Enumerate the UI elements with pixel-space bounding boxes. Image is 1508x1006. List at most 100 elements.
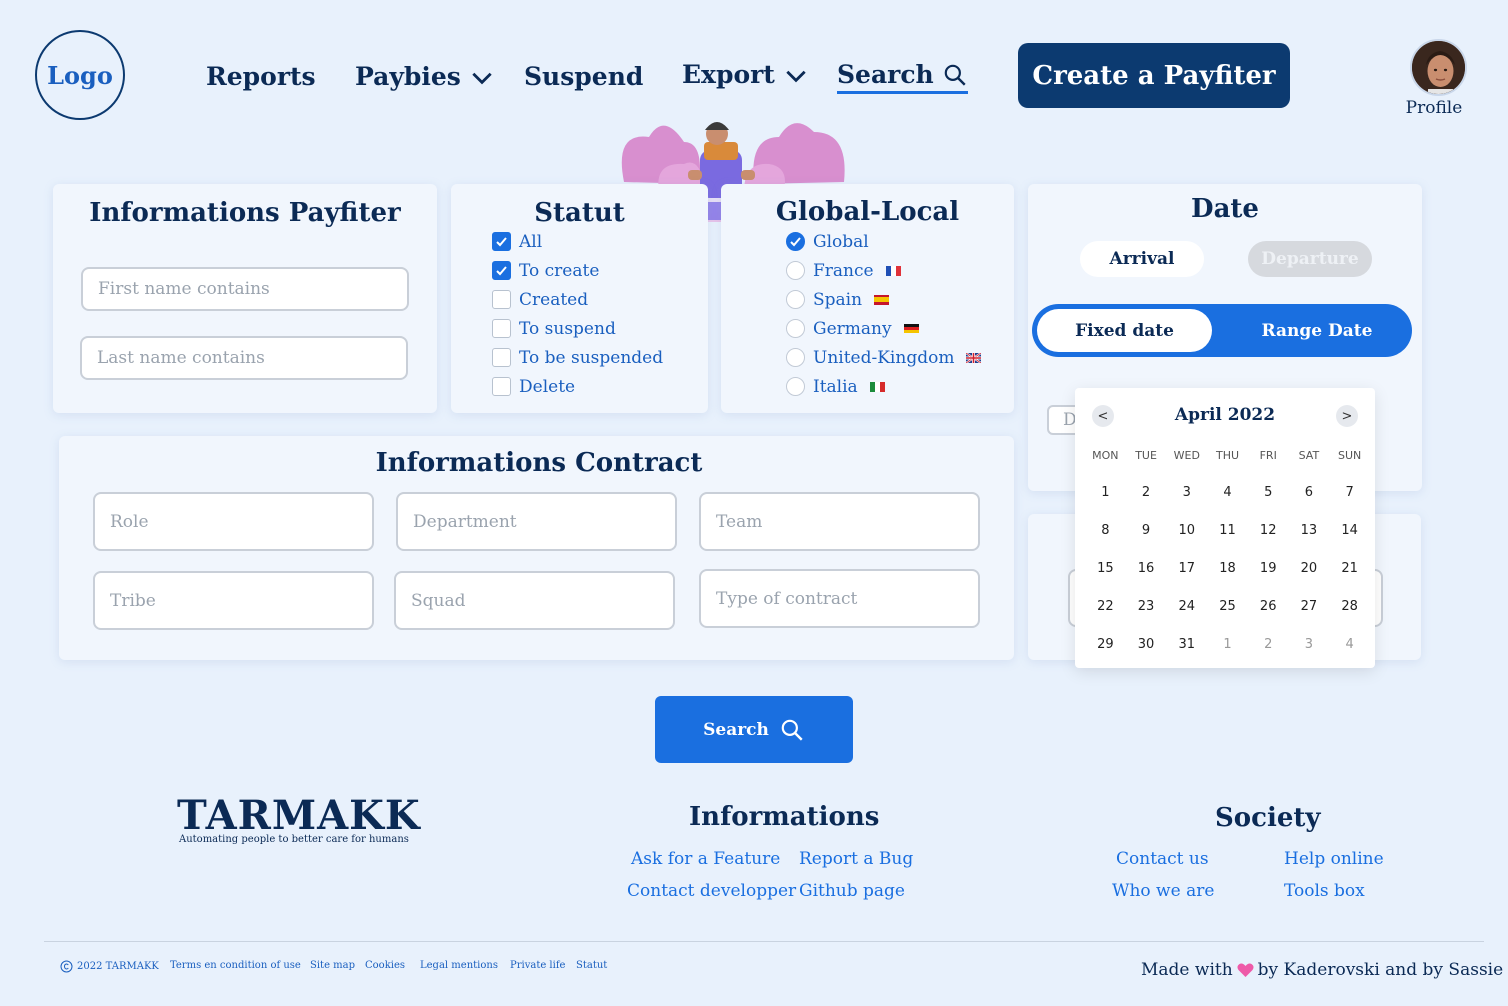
legal-mentions-link[interactable]: Legal mentions bbox=[420, 960, 498, 971]
region-option-spain[interactable]: Spain bbox=[786, 285, 981, 314]
report-bug-link[interactable]: Report a Bug bbox=[799, 849, 913, 869]
calendar-day[interactable]: 3 bbox=[1166, 482, 1207, 520]
calendar-day[interactable]: 13 bbox=[1289, 520, 1330, 558]
calendar-day[interactable]: 4 bbox=[1207, 482, 1248, 520]
type-of-contract-input[interactable]: Type of contract bbox=[699, 569, 980, 628]
first-name-input[interactable]: First name contains bbox=[81, 267, 409, 311]
checkbox-checked-icon[interactable] bbox=[492, 232, 511, 251]
calendar-day[interactable]: 1 bbox=[1085, 482, 1126, 520]
tribe-input[interactable]: Tribe bbox=[93, 571, 374, 630]
calendar-day[interactable]: 22 bbox=[1085, 596, 1126, 634]
terms-link[interactable]: Terms en condition of use bbox=[170, 960, 301, 971]
checkbox-checked-icon[interactable] bbox=[492, 261, 511, 280]
statut-option-to-suspend[interactable]: To suspend bbox=[492, 314, 663, 343]
ask-feature-link[interactable]: Ask for a Feature bbox=[631, 849, 780, 869]
radio-icon[interactable] bbox=[786, 319, 805, 338]
arrival-pill[interactable]: Arrival bbox=[1080, 241, 1204, 277]
calendar-day[interactable]: 2 bbox=[1248, 634, 1289, 672]
calendar-day[interactable]: 14 bbox=[1329, 520, 1370, 558]
checkbox-icon[interactable] bbox=[492, 290, 511, 309]
calendar-day[interactable]: 12 bbox=[1248, 520, 1289, 558]
statut-option-to-create[interactable]: To create bbox=[492, 256, 663, 285]
statut-link[interactable]: Statut bbox=[576, 960, 607, 971]
calendar-day[interactable]: 29 bbox=[1085, 634, 1126, 672]
region-option-germany[interactable]: Germany bbox=[786, 314, 981, 343]
site-map-link[interactable]: Site map bbox=[310, 960, 355, 971]
region-option-global[interactable]: Global bbox=[786, 227, 981, 256]
nav-paybies[interactable]: Paybies bbox=[355, 62, 495, 91]
statut-option-all[interactable]: All bbox=[492, 227, 663, 256]
calendar-day[interactable]: 27 bbox=[1289, 596, 1330, 634]
radio-icon[interactable] bbox=[786, 348, 805, 367]
who-we-are-link[interactable]: Who we are bbox=[1112, 881, 1214, 901]
contact-developper-link[interactable]: Contact developper bbox=[627, 881, 796, 901]
nav-search[interactable]: Search bbox=[837, 60, 968, 94]
calendar-day[interactable]: 23 bbox=[1126, 596, 1167, 634]
contact-us-link[interactable]: Contact us bbox=[1116, 849, 1209, 869]
calendar-day[interactable]: 17 bbox=[1166, 558, 1207, 596]
calendar-day[interactable]: 19 bbox=[1248, 558, 1289, 596]
create-payfiter-button[interactable]: Create a Payfiter bbox=[1018, 43, 1290, 108]
calendar-day[interactable]: 31 bbox=[1166, 634, 1207, 672]
role-input[interactable]: Role bbox=[93, 492, 374, 551]
calendar-day[interactable]: 6 bbox=[1289, 482, 1330, 520]
nav-reports[interactable]: Reports bbox=[206, 62, 316, 91]
calendar-day[interactable]: 24 bbox=[1166, 596, 1207, 634]
calendar-day[interactable]: 5 bbox=[1248, 482, 1289, 520]
region-option-united-kingdom[interactable]: United-Kingdom bbox=[786, 343, 982, 372]
statut-option-created[interactable]: Created bbox=[492, 285, 663, 314]
statut-option-to-be-suspended[interactable]: To be suspended bbox=[492, 343, 663, 372]
calendar-day[interactable]: 2 bbox=[1126, 482, 1167, 520]
department-input[interactable]: Department bbox=[396, 492, 677, 551]
calendar-day[interactable]: 30 bbox=[1126, 634, 1167, 672]
calendar-day[interactable]: 11 bbox=[1207, 520, 1248, 558]
calendar-day[interactable]: 10 bbox=[1166, 520, 1207, 558]
calendar-day[interactable]: 20 bbox=[1289, 558, 1330, 596]
last-name-input[interactable]: Last name contains bbox=[80, 336, 408, 380]
radio-checked-icon[interactable] bbox=[786, 232, 805, 251]
avatar[interactable] bbox=[1410, 39, 1467, 96]
range-date-option[interactable]: Range Date bbox=[1222, 304, 1412, 357]
calendar-day[interactable]: 1 bbox=[1207, 634, 1248, 672]
calendar-day[interactable]: 4 bbox=[1329, 634, 1370, 672]
team-input[interactable]: Team bbox=[699, 492, 980, 551]
github-page-link[interactable]: Github page bbox=[799, 881, 905, 901]
checkbox-icon[interactable] bbox=[492, 348, 511, 367]
nav-export[interactable]: Export bbox=[682, 60, 809, 89]
statut-option-label: Created bbox=[519, 289, 589, 310]
calendar-day[interactable]: 16 bbox=[1126, 558, 1167, 596]
region-option-france[interactable]: France bbox=[786, 256, 981, 285]
calendar-day[interactable]: 3 bbox=[1289, 634, 1330, 672]
calendar-day[interactable]: 18 bbox=[1207, 558, 1248, 596]
radio-icon[interactable] bbox=[786, 290, 805, 309]
nav-search-label: Search bbox=[837, 60, 934, 89]
search-button[interactable]: Search bbox=[655, 696, 853, 763]
private-life-link[interactable]: Private life bbox=[510, 960, 565, 971]
squad-input[interactable]: Squad bbox=[394, 571, 675, 630]
checkbox-icon[interactable] bbox=[492, 319, 511, 338]
calendar-day[interactable]: 21 bbox=[1329, 558, 1370, 596]
calendar-day[interactable]: 9 bbox=[1126, 520, 1167, 558]
calendar-day[interactable]: 15 bbox=[1085, 558, 1126, 596]
statut-option-delete[interactable]: Delete bbox=[492, 372, 663, 401]
checkbox-icon[interactable] bbox=[492, 377, 511, 396]
calendar-prev-button[interactable]: < bbox=[1092, 405, 1114, 427]
tools-box-link[interactable]: Tools box bbox=[1284, 881, 1365, 901]
radio-icon[interactable] bbox=[786, 377, 805, 396]
calendar-day[interactable]: 26 bbox=[1248, 596, 1289, 634]
profile-label[interactable]: Profile bbox=[1400, 98, 1468, 118]
fixed-date-option[interactable]: Fixed date bbox=[1037, 309, 1212, 352]
date-mode-toggle[interactable]: Fixed date Range Date bbox=[1032, 304, 1412, 357]
calendar-day[interactable]: 8 bbox=[1085, 520, 1126, 558]
region-option-italia[interactable]: Italia bbox=[786, 372, 981, 401]
cookies-link[interactable]: Cookies bbox=[365, 960, 405, 971]
calendar-day[interactable]: 25 bbox=[1207, 596, 1248, 634]
nav-suspend[interactable]: Suspend bbox=[524, 62, 643, 91]
calendar-next-button[interactable]: > bbox=[1336, 405, 1358, 427]
calendar-day[interactable]: 7 bbox=[1329, 482, 1370, 520]
radio-icon[interactable] bbox=[786, 261, 805, 280]
departure-pill[interactable]: Departure bbox=[1248, 241, 1372, 277]
logo[interactable]: Logo bbox=[35, 30, 125, 120]
help-online-link[interactable]: Help online bbox=[1284, 849, 1384, 869]
calendar-day[interactable]: 28 bbox=[1329, 596, 1370, 634]
